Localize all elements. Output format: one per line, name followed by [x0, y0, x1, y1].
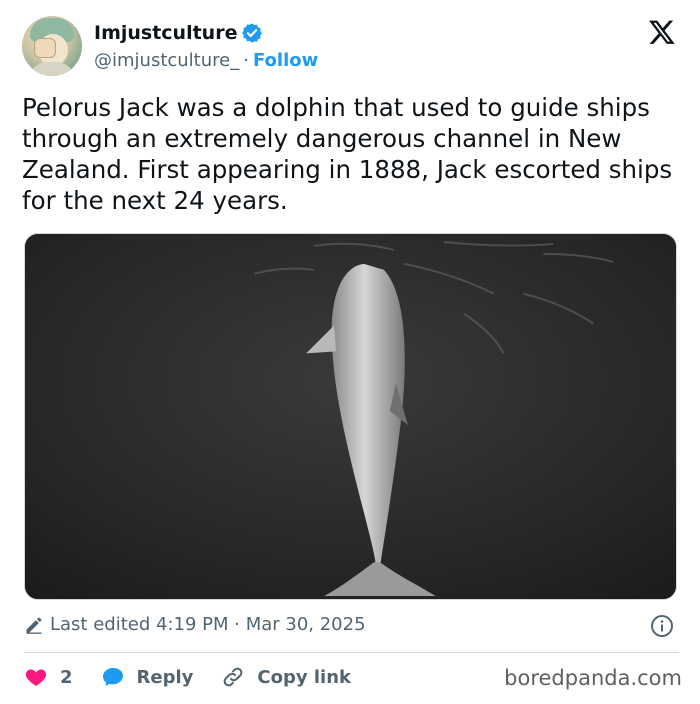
verified-badge-icon [242, 23, 263, 43]
like-count: 2 [60, 666, 73, 688]
tweet-text: Pelorus Jack was a dolphin that used to … [22, 93, 673, 215]
follow-button[interactable]: Follow [253, 50, 318, 71]
divider [24, 652, 679, 653]
copy-link-label: Copy link [257, 666, 351, 688]
author-name[interactable]: Imjustculture [94, 22, 237, 44]
separator-dot: · [243, 50, 249, 71]
author-handle[interactable]: @imjustculture_ [94, 50, 239, 71]
avatar[interactable] [22, 16, 82, 76]
last-edited-text: Last edited 4:19 PM · Mar 30, 2025 [50, 614, 366, 635]
link-icon [224, 667, 243, 687]
author-name-row: Imjustculture [94, 22, 263, 44]
last-edited-row[interactable]: Last edited 4:19 PM · Mar 30, 2025 [24, 614, 366, 635]
reply-label: Reply [136, 666, 194, 688]
heart-icon [25, 669, 47, 686]
tweet-header: Imjustculture @imjustculture_ · Follow [22, 14, 682, 80]
dolphin-photo [25, 234, 676, 599]
like-button[interactable]: 2 [24, 665, 73, 689]
copy-link-button[interactable]: Copy link [221, 665, 351, 689]
x-logo-icon[interactable] [648, 18, 676, 46]
author-handle-row: @imjustculture_ · Follow [94, 50, 318, 71]
reply-bubble-icon [102, 668, 123, 686]
reply-button[interactable]: Reply [101, 665, 194, 689]
tweet-media-image[interactable] [24, 233, 677, 600]
watermark: boredpanda.com [504, 666, 682, 690]
info-icon[interactable] [650, 614, 674, 638]
action-bar: 2 Reply Copy link [24, 664, 379, 690]
pencil-icon [26, 617, 42, 634]
